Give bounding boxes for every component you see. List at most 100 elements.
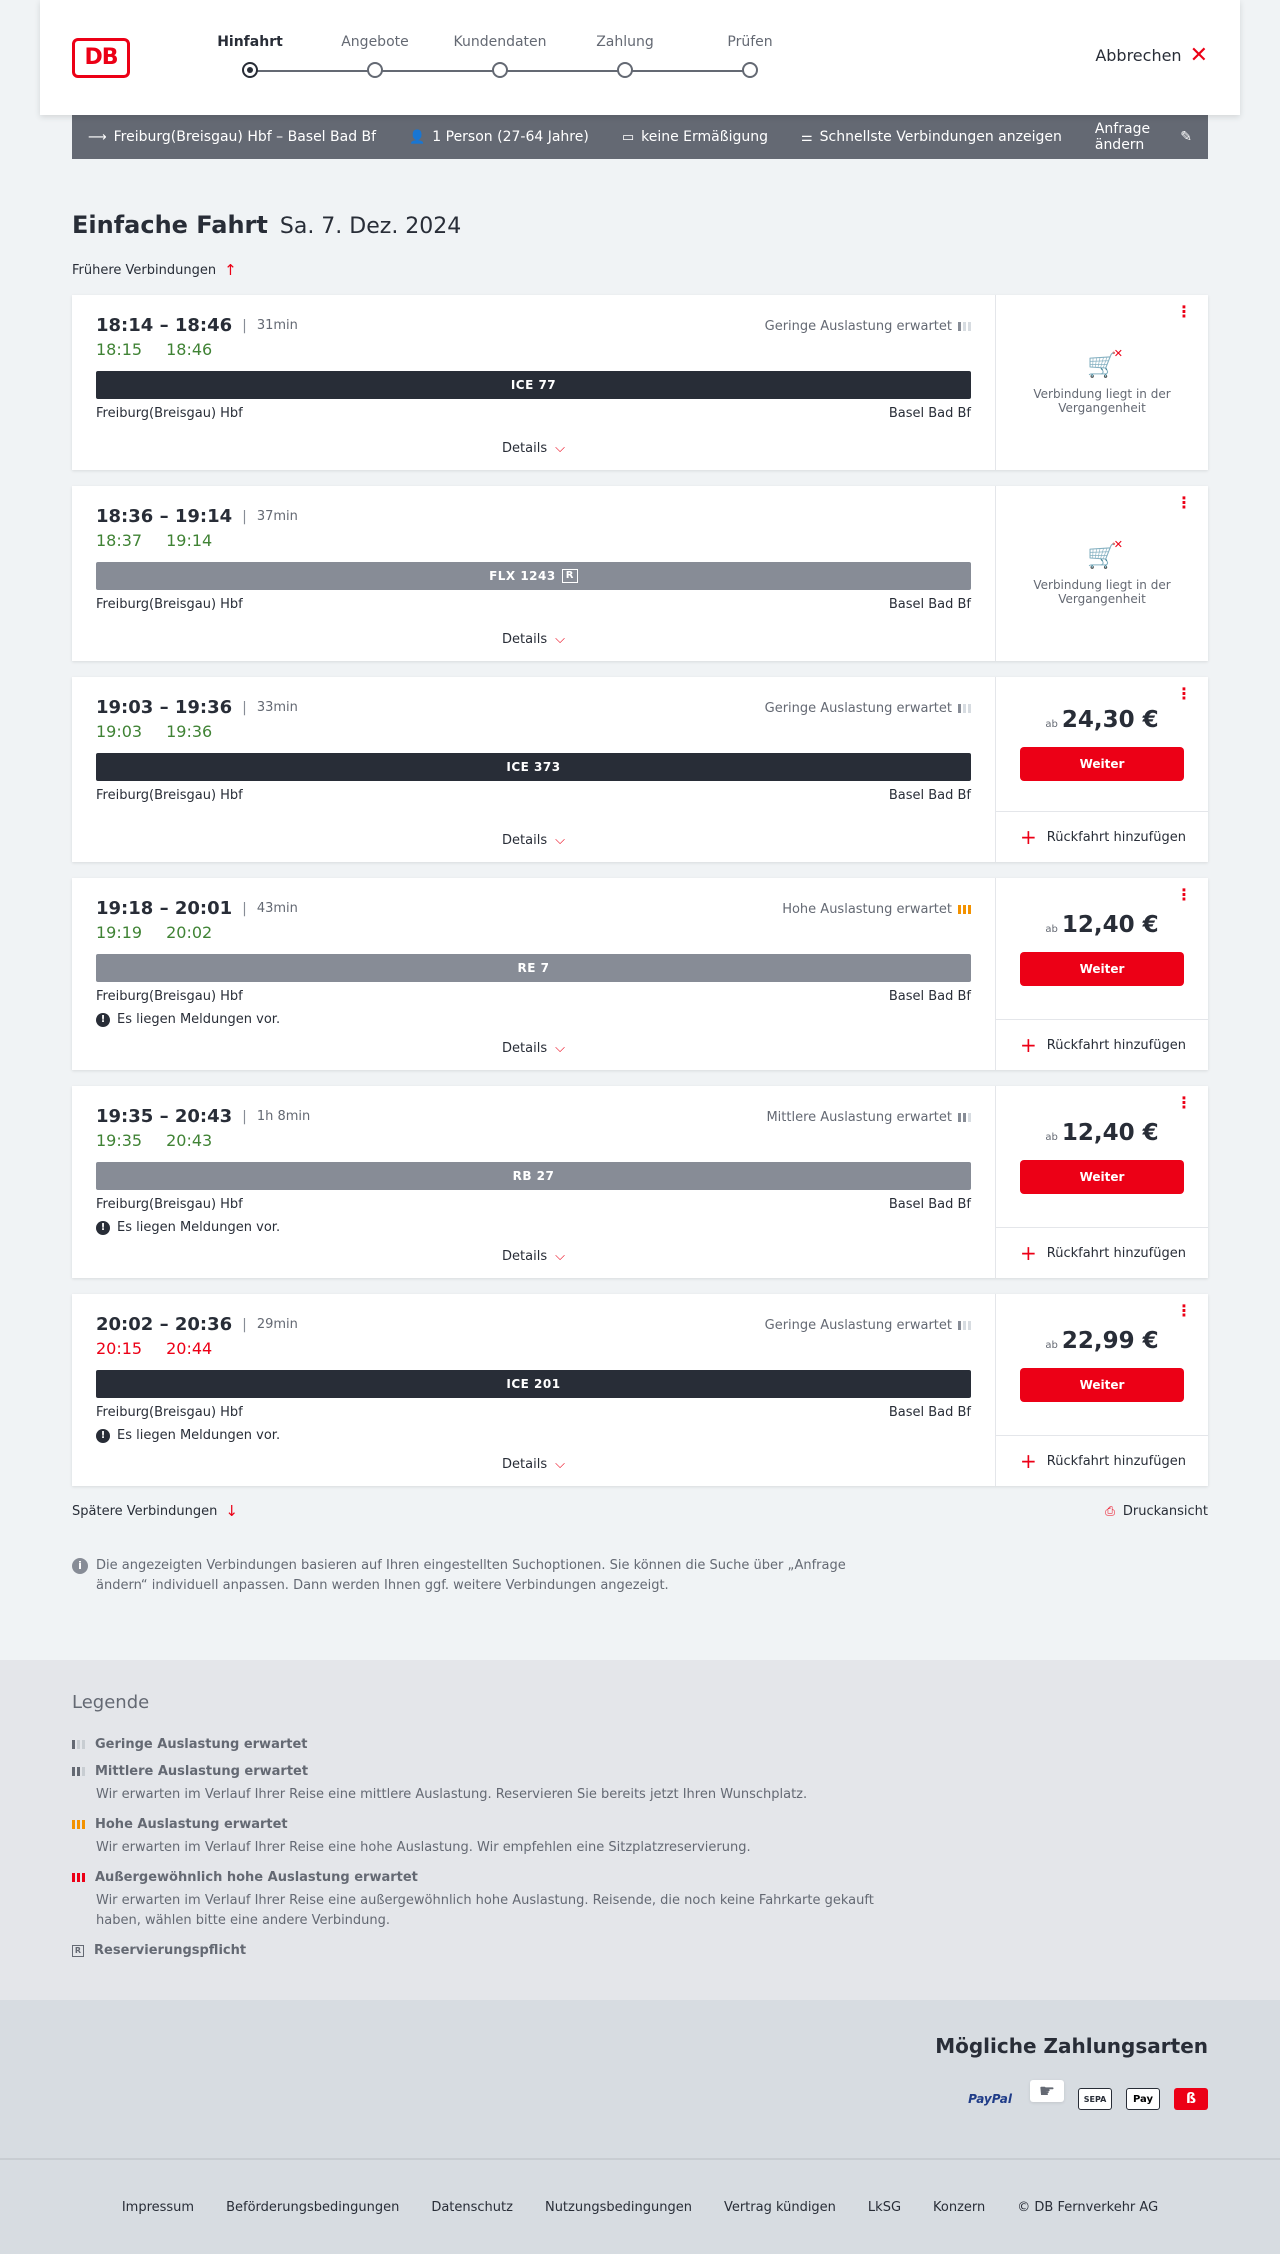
price: ab 24,30 € — [1045, 707, 1158, 733]
connection-card: 18:36 – 19:14 | 37min 18:37 19:14 FLX 1243 R Fr… — [72, 486, 1208, 661]
kebab-menu-icon[interactable]: ⋮ — [1176, 1303, 1192, 1319]
kebab-menu-icon[interactable]: ⋮ — [1176, 495, 1192, 511]
weiter-button[interactable]: Weiter — [1020, 1367, 1184, 1402]
later-connections-link[interactable]: Spätere Verbindungen ↓ — [72, 1502, 238, 1520]
arrow-up-icon: ↑ — [224, 261, 237, 279]
price-prefix: ab — [1045, 1131, 1058, 1143]
arrow-down-icon: ↓ — [225, 1502, 238, 1520]
return-label: Rückfahrt hinzufügen — [1046, 1245, 1186, 1261]
load-medium-icon — [72, 1767, 85, 1776]
alert-icon: ! — [96, 1012, 110, 1027]
details-toggle[interactable]: Details ⌵ — [96, 1457, 971, 1472]
step-angebote: Angebote — [315, 34, 435, 78]
legend-item-reservation: R Reservierungspflicht — [72, 1943, 1208, 1958]
footer-link-lksg[interactable]: LkSG — [868, 2200, 901, 2215]
legend-item-desc: Wir erwarten im Verlauf Ihrer Reise eine… — [96, 1840, 751, 1855]
message-notice: ! Es liegen Meldungen vor. — [96, 1012, 971, 1027]
origin-station: Freiburg(Breisgau) Hbf — [96, 989, 243, 1004]
load-text: Mittlere Auslastung erwartet — [766, 1110, 952, 1125]
kebab-menu-icon[interactable]: ⋮ — [1176, 887, 1192, 903]
change-query-button[interactable]: Anfrage ändern ✎ — [1095, 121, 1192, 153]
price-value: 24,30 € — [1061, 707, 1159, 733]
cancel-button[interactable]: Abbrechen ✕ — [1095, 44, 1208, 66]
chevron-down-icon: ⌵ — [555, 1249, 565, 1264]
past-connection-note: 🛒 ✕ Verbindung liegt in der Vergangenheit — [996, 486, 1208, 661]
load-text: Geringe Auslastung erwartet — [764, 1318, 952, 1333]
kebab-menu-icon[interactable]: ⋮ — [1176, 304, 1192, 320]
weiter-button[interactable]: Weiter — [1020, 747, 1184, 781]
db-logo[interactable]: DB — [72, 37, 130, 78]
step-hinfahrt: Hinfahrt — [190, 34, 310, 78]
legend-item-title: Außergewöhnlich hohe Auslastung erwartet — [95, 1870, 418, 1885]
add-return-button[interactable]: + Rückfahrt hinzufügen — [996, 1436, 1208, 1486]
load-text: Geringe Auslastung erwartet — [764, 701, 952, 716]
payment-methods: Mögliche Zahlungsarten PayPal ☛ SEPA Pay… — [0, 2000, 1280, 2158]
price: ab 12,40 € — [1045, 912, 1158, 938]
load-bars-icon — [958, 1113, 971, 1122]
realtime-row: 18:15 18:46 — [96, 340, 971, 359]
destination-station: Basel Bad Bf — [888, 1405, 971, 1420]
connection-card: 19:18 – 20:01 | 43min 19:19 20:02 Hohe Auslas… — [72, 878, 1208, 1070]
footer-link-nutzung[interactable]: Nutzungsbedingungen — [545, 2200, 692, 2215]
header: DB Hinfahrt Angebote Kundendaten Zahlung — [40, 0, 1240, 115]
train-bar[interactable]: RE 7 — [96, 954, 971, 982]
add-return-button[interactable]: + Rückfahrt hinzufügen — [996, 1020, 1208, 1070]
details-toggle[interactable]: Details ⌵ — [96, 1041, 971, 1056]
load-indicator: Mittlere Auslastung erwartet — [766, 1110, 971, 1125]
legend-section: Legende Geringe Auslastung erwartet Mitt… — [0, 1660, 1280, 2000]
train-bar[interactable]: ICE 373 — [96, 753, 971, 781]
footer-link-konzern[interactable]: Konzern — [933, 2200, 985, 2215]
train-bar[interactable]: RB 27 — [96, 1162, 971, 1190]
kebab-menu-icon[interactable]: ⋮ — [1176, 1095, 1192, 1111]
pencil-icon: ✎ — [1180, 129, 1192, 145]
scheduled-times: 19:03 – 19:36 — [96, 697, 233, 718]
discount-text: keine Ermäßigung — [641, 129, 768, 145]
train-name: RB 27 — [512, 1169, 555, 1183]
weiter-button[interactable]: Weiter — [1020, 1159, 1184, 1194]
train-bar[interactable]: ICE 77 — [96, 371, 971, 399]
add-return-button[interactable]: + Rückfahrt hinzufügen — [996, 812, 1208, 862]
legend-item-title: Hohe Auslastung erwartet — [95, 1817, 288, 1832]
scheduled-times: 18:36 – 19:14 — [96, 506, 233, 527]
step-label: Hinfahrt — [217, 34, 283, 50]
route-text: Freiburg(Breisgau) Hbf – Basel Bad Bf — [113, 129, 377, 145]
details-label: Details — [502, 1457, 548, 1472]
plus-icon: + — [1020, 1449, 1037, 1473]
train-bar[interactable]: ICE 201 — [96, 1370, 971, 1398]
payment-title: Mögliche Zahlungsarten — [935, 2034, 1208, 2058]
print-view-link[interactable]: ⎙ Druckansicht — [1105, 1504, 1208, 1519]
details-toggle[interactable]: Details ⌵ — [96, 441, 971, 456]
load-low-icon — [72, 1740, 85, 1749]
kebab-menu-icon[interactable]: ⋮ — [1176, 686, 1192, 702]
train-name: ICE 201 — [506, 1377, 561, 1391]
stations-row: Freiburg(Breisgau) Hbf Basel Bad Bf — [96, 1197, 971, 1212]
load-bars-icon — [958, 704, 971, 713]
message-text: Es liegen Meldungen vor. — [117, 1012, 281, 1027]
load-extreme-icon — [72, 1873, 85, 1882]
details-toggle[interactable]: Details ⌵ — [96, 632, 971, 647]
legend-item-title: Mittlere Auslastung erwartet — [95, 1764, 309, 1779]
connection-card: 19:35 – 20:43 | 1h 8min 19:35 20:43 Mittlere … — [72, 1086, 1208, 1278]
duration: 1h 8min — [256, 1109, 311, 1124]
footer-link-impressum[interactable]: Impressum — [122, 2200, 194, 2215]
footer-link-befoerderung[interactable]: Beförderungsbedingungen — [226, 2200, 399, 2215]
separator: | — [242, 699, 247, 716]
step-dot — [742, 62, 758, 78]
realtime-departure: 19:19 — [96, 923, 143, 942]
footer-link-kuendigen[interactable]: Vertrag kündigen — [724, 2200, 836, 2215]
details-toggle[interactable]: Details ⌵ — [96, 1249, 971, 1264]
details-toggle[interactable]: Details ⌵ — [96, 833, 971, 848]
step-dot — [617, 62, 633, 78]
weiter-button[interactable]: Weiter — [1020, 951, 1184, 986]
connection-card: 20:02 – 20:36 | 29min 20:15 20:44 Geringe Aus… — [72, 1294, 1208, 1486]
train-bar[interactable]: FLX 1243 R — [96, 562, 971, 590]
print-label: Druckansicht — [1122, 1503, 1208, 1519]
footer-link-datenschutz[interactable]: Datenschutz — [431, 2200, 513, 2215]
details-label: Details — [502, 1249, 548, 1264]
legend-item-title: Reservierungspflicht — [94, 1943, 247, 1958]
add-return-button[interactable]: + Rückfahrt hinzufügen — [996, 1228, 1208, 1278]
price-value: 22,99 € — [1061, 1327, 1159, 1354]
search-summary-bar: ⟶ Freiburg(Breisgau) Hbf – Basel Bad Bf … — [72, 115, 1208, 159]
chevron-down-icon: ⌵ — [555, 632, 565, 647]
earlier-connections-link[interactable]: Frühere Verbindungen ↑ — [72, 261, 1208, 279]
